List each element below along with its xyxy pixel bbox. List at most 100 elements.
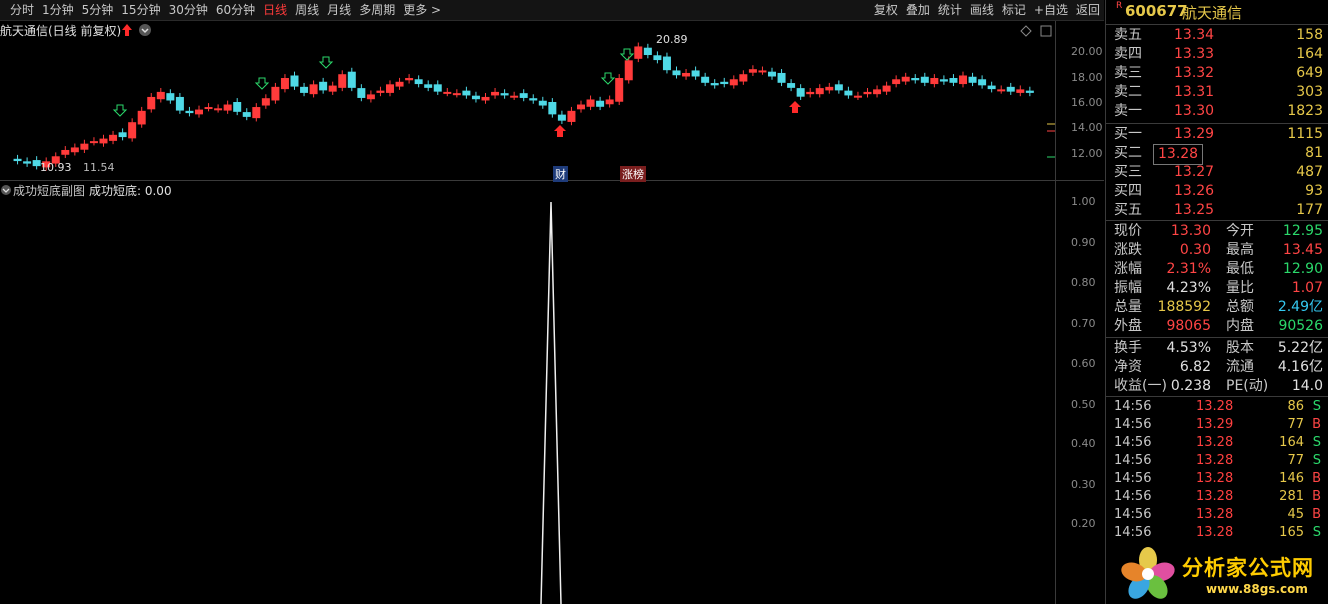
tick-price: 13.28: [1196, 471, 1234, 486]
tab-period-6[interactable]: 日线: [259, 0, 291, 20]
stat-row: 收益(一) 0.238 PE(动) 14.0: [1106, 377, 1328, 396]
stat-label: 股本: [1226, 340, 1254, 356]
toolbar-action-6[interactable]: 返回: [1072, 0, 1104, 20]
candle-body: [959, 75, 967, 85]
bid-price: 13.25: [1174, 202, 1215, 218]
ask-row[interactable]: 卖五 13.34 158: [1106, 26, 1328, 45]
stat-label: 今开: [1226, 223, 1254, 239]
ind-y-tick: 0.50: [1071, 398, 1096, 411]
bid-row[interactable]: 买四 13.26 93: [1106, 182, 1328, 201]
candle-body: [500, 93, 509, 96]
tick-volume: 77: [1287, 453, 1304, 468]
tick-flag: S: [1312, 435, 1321, 450]
tick-volume: 281: [1279, 489, 1304, 504]
tick-price: 13.29: [1196, 417, 1234, 432]
tab-period-2[interactable]: 5分钟: [78, 0, 118, 20]
ask-row[interactable]: 卖四 13.33 164: [1106, 45, 1328, 64]
tab-period-1[interactable]: 1分钟: [38, 0, 78, 20]
sell-signal-icon: [318, 56, 334, 69]
ask-label: 卖五: [1114, 27, 1142, 43]
stat-label: PE(动): [1226, 378, 1269, 394]
bid-volume: 1115: [1287, 126, 1323, 142]
finance-marker[interactable]: 财: [553, 166, 568, 182]
stat-label: 最高: [1226, 242, 1254, 258]
bid-row[interactable]: 买二 13.28 81: [1106, 144, 1328, 165]
watermark-text: 分析家公式网: [1182, 556, 1314, 580]
ask-row[interactable]: 卖一 13.30 1823: [1106, 102, 1328, 121]
tick-time: 14:56: [1114, 435, 1152, 450]
tab-period-9[interactable]: 多周期: [355, 0, 399, 20]
toolbar-action-3[interactable]: 画线: [966, 0, 998, 20]
ask-row[interactable]: 卖三 13.32 649: [1106, 64, 1328, 83]
candle-body: [624, 60, 633, 81]
ind-y-tick: 0.30: [1071, 478, 1096, 491]
toolbar-action-2[interactable]: 统计: [934, 0, 966, 20]
candle-body: [414, 79, 423, 85]
chart-area: 航天通信(日线 前复权) 20.00 18.00 16.00 14.00 12.…: [0, 21, 1104, 604]
candle-body: [328, 85, 337, 92]
tab-period-0[interactable]: 分时: [6, 0, 38, 20]
candle-body: [118, 132, 127, 138]
candle-body: [538, 100, 547, 106]
candle-body: [510, 95, 519, 98]
tick-flag: B: [1312, 417, 1321, 432]
tick-time: 14:56: [1114, 399, 1152, 414]
candle-body: [930, 78, 939, 85]
tab-period-3[interactable]: 15分钟: [117, 0, 164, 20]
candle-body: [787, 83, 796, 88]
bid-label: 买三: [1114, 164, 1142, 180]
sell-signal-icon: [600, 72, 616, 85]
candle-body: [777, 72, 786, 83]
candle-body: [615, 78, 624, 102]
tick-price: 13.28: [1196, 435, 1234, 450]
candle-body: [987, 85, 996, 90]
toolbar-action-1[interactable]: 叠加: [902, 0, 934, 20]
candle-body: [70, 147, 79, 153]
stat-row: 现价 13.30 今开 12.95: [1106, 222, 1328, 241]
candle-body: [1016, 89, 1025, 93]
candle-body: [653, 55, 662, 61]
tick-price: 13.28: [1196, 525, 1234, 540]
toolbar-action-0[interactable]: 复权: [870, 0, 902, 20]
candle-body: [80, 143, 89, 150]
bid-price: 13.27: [1174, 164, 1215, 180]
toolbar-action-5[interactable]: +自选: [1030, 0, 1072, 20]
tick-flag: S: [1312, 453, 1321, 468]
tick-price: 13.28: [1196, 399, 1234, 414]
stat-value: 98065: [1166, 318, 1211, 334]
tick-row: 14:56 13.28 77 S: [1106, 452, 1328, 470]
ask-row[interactable]: 卖二 13.31 303: [1106, 83, 1328, 102]
ask-price: 13.34: [1174, 27, 1215, 43]
candle-body: [338, 74, 347, 88]
ask-label: 卖三: [1114, 65, 1142, 81]
tab-period-5[interactable]: 60分钟: [212, 0, 259, 20]
bid-row[interactable]: 买三 13.27 487: [1106, 163, 1328, 182]
bid-volume: 177: [1296, 202, 1323, 218]
indicator-menu-icon[interactable]: [0, 184, 12, 196]
candle-body: [280, 78, 289, 90]
tab-period-7[interactable]: 周线: [291, 0, 323, 20]
toolbar-action-4[interactable]: 标记: [998, 0, 1030, 20]
sell-signal-icon: [112, 104, 128, 117]
bid-row[interactable]: 买五 13.25 177: [1106, 201, 1328, 220]
tab-period-8[interactable]: 月线: [323, 0, 355, 20]
stat-label: 量比: [1226, 280, 1254, 296]
candle-body: [185, 110, 194, 114]
bid-price: 13.29: [1174, 126, 1215, 142]
ind-y-tick: 0.60: [1071, 357, 1096, 370]
candle-body: [911, 78, 920, 81]
tab-period-4[interactable]: 30分钟: [165, 0, 212, 20]
stat-label: 收益(一): [1114, 378, 1167, 394]
bid-row[interactable]: 买一 13.29 1115: [1106, 125, 1328, 144]
rank-marker[interactable]: 涨榜: [620, 166, 646, 182]
tab-period-10[interactable]: 更多 >: [399, 0, 445, 20]
y-tick: 14.00: [1071, 121, 1103, 134]
candle-body: [1025, 90, 1034, 93]
tick-price: 13.28: [1196, 489, 1234, 504]
tick-time: 14:56: [1114, 417, 1152, 432]
candle-body: [99, 138, 108, 144]
candle-body: [471, 95, 480, 100]
ask-volume: 649: [1296, 65, 1323, 81]
candle-body: [290, 75, 299, 87]
stat-value: 14.0: [1291, 378, 1323, 394]
